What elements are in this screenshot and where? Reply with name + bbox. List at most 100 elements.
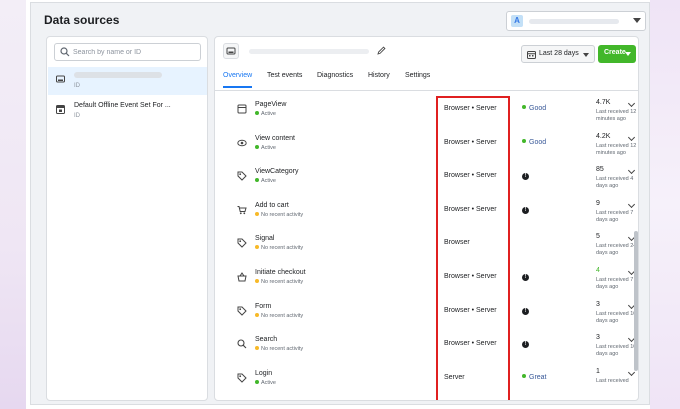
event-match-quality: ! — [522, 172, 529, 181]
scrollbar[interactable] — [634, 97, 638, 399]
event-count: 1 — [596, 367, 600, 375]
connection-method: Browser • Server — [444, 172, 497, 180]
status-dot — [255, 379, 259, 384]
quality-dot — [522, 105, 526, 109]
search-input[interactable] — [73, 46, 195, 58]
status-dot — [255, 144, 259, 149]
event-row[interactable]: View content Active Browser • Server Good 4.… — [215, 130, 638, 163]
event-count: 9 — [596, 199, 600, 207]
event-match-quality: ! — [522, 273, 529, 281]
basket-icon — [237, 272, 247, 282]
last-received: Last received 7 days ago — [596, 209, 634, 223]
event-quality: Good — [529, 105, 547, 112]
event-count: 3 — [596, 334, 600, 342]
page-icon — [237, 104, 247, 114]
event-count: 4.7K — [596, 99, 611, 106]
search-box[interactable] — [54, 43, 201, 61]
event-status-label: Active — [261, 379, 276, 386]
status-dot — [255, 178, 259, 183]
info-icon[interactable]: ! — [522, 173, 529, 181]
event-count: 85 — [596, 166, 604, 174]
event-status-label: Active — [261, 144, 276, 151]
events-manager-window: Data sources A ID — [30, 2, 650, 405]
create-button[interactable]: Create — [598, 45, 636, 63]
source-item-offline-event-set[interactable]: Default Offline Event Set For ... ID — [48, 97, 207, 125]
date-range-button[interactable]: Last 28 days — [521, 45, 595, 63]
event-match-quality: ! — [522, 307, 529, 315]
info-icon[interactable]: ! — [522, 206, 529, 214]
event-name: Initiate checkout — [255, 269, 306, 276]
scrollbar-thumb[interactable] — [634, 231, 638, 371]
event-row[interactable]: Initiate checkout No recent activity Brows… — [215, 264, 638, 297]
source-id: ID — [74, 83, 80, 89]
event-status: Active — [255, 379, 276, 386]
event-quality: Good — [529, 138, 547, 146]
tab-test-events[interactable]: Test events — [267, 72, 302, 88]
event-name: ViewCategory — [255, 168, 299, 176]
connection-method: Browser — [444, 239, 470, 247]
connection-method: Server — [444, 373, 465, 381]
event-count: 4 — [596, 267, 600, 274]
last-received: Last received 7 days ago — [596, 277, 634, 290]
event-status-label: No recent activity — [261, 279, 304, 285]
status-dot — [255, 111, 259, 115]
event-name: Add to cart — [255, 201, 289, 209]
status-dot — [255, 346, 259, 351]
eye-icon — [237, 139, 247, 146]
event-status-label: Active — [261, 178, 276, 185]
event-match-quality: Good — [522, 138, 547, 146]
last-received: Last received 4 days ago — [596, 176, 634, 190]
event-row[interactable]: Add to cart No recent activity Browser • S… — [215, 197, 638, 230]
pixel-icon — [223, 43, 239, 59]
event-row[interactable]: ViewCategory Active Browser • Server! 85 Las… — [215, 163, 638, 196]
quality-dot — [522, 138, 526, 143]
create-label: Create — [604, 49, 626, 56]
info-icon[interactable]: ! — [522, 307, 529, 315]
tag-icon — [237, 373, 247, 383]
connection-method: Browser • Server — [444, 306, 497, 314]
event-row[interactable]: Login Active Server Great 1 Last received — [215, 365, 638, 398]
connection-method: Browser • Server — [444, 138, 497, 146]
event-status: No recent activity — [255, 312, 304, 319]
event-name: Login — [255, 369, 273, 377]
tab-overview[interactable]: Overview — [223, 72, 253, 88]
event-match-quality: ! — [522, 206, 529, 214]
main-panel: Last 28 days Create Overview Test events… — [214, 36, 639, 401]
event-row[interactable]: Search No recent activity Browser • Server… — [215, 331, 638, 364]
pixel-icon — [56, 75, 65, 83]
chevron-down-icon — [583, 53, 589, 57]
event-status-label: No recent activity — [261, 312, 304, 319]
pixel-name-redacted — [249, 49, 369, 54]
source-item-pixel[interactable]: ID — [48, 67, 207, 95]
background-decoration-left — [0, 0, 26, 409]
account-selector[interactable]: A — [506, 11, 646, 31]
event-match-quality: Good — [522, 105, 546, 112]
event-row[interactable]: Form No recent activity Browser • Server! 3… — [215, 298, 638, 331]
info-icon[interactable]: ! — [522, 274, 529, 281]
event-row[interactable]: Signal No recent activity Browser 5 Last rec… — [215, 230, 638, 263]
source-name-redacted — [74, 72, 162, 80]
quality-dot — [522, 373, 526, 378]
pencil-icon[interactable] — [377, 46, 386, 55]
tab-diagnostics[interactable]: Diagnostics — [317, 72, 353, 88]
info-icon[interactable]: ! — [522, 341, 529, 349]
last-received: Last received 12 minutes ago — [596, 109, 637, 122]
tag-icon — [237, 238, 247, 249]
event-match-quality: Great — [522, 373, 547, 381]
event-status: No recent activity — [255, 279, 303, 285]
event-name: Search — [255, 336, 278, 344]
calendar-icon — [527, 51, 536, 59]
event-match-quality: ! — [522, 340, 529, 349]
event-status-label: Active — [261, 111, 276, 117]
event-status-label: No recent activity — [261, 211, 304, 218]
page-title: Data sources — [44, 13, 120, 27]
tag-icon — [237, 171, 247, 181]
status-dot — [255, 312, 259, 317]
event-row[interactable]: PageView Active Browser • Server Good 4.7K La… — [215, 96, 638, 129]
cart-icon — [237, 205, 247, 214]
event-count: 3 — [596, 300, 600, 308]
tab-history[interactable]: History — [368, 72, 390, 88]
chevron-down-icon — [625, 52, 631, 56]
source-name: Default Offline Event Set For ... — [74, 102, 171, 109]
tab-settings[interactable]: Settings — [405, 72, 430, 88]
